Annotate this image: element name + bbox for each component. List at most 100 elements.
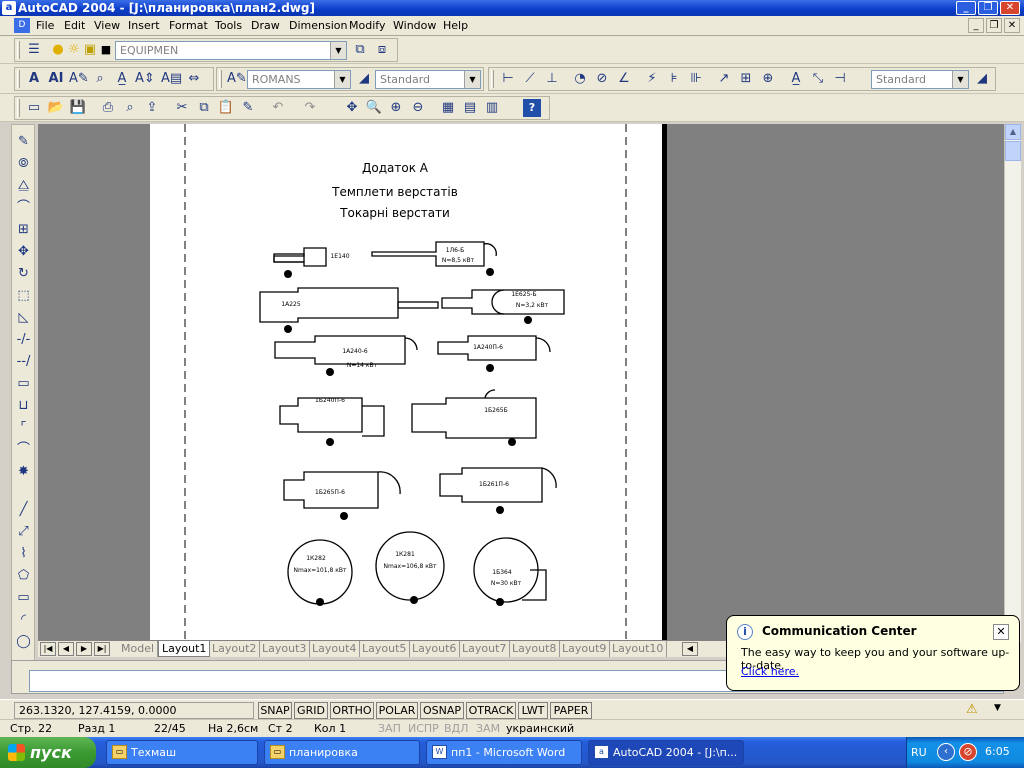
- arc-icon[interactable]: ◜: [14, 611, 33, 630]
- publish-icon[interactable]: ⇪: [143, 99, 161, 117]
- chamfer-icon[interactable]: ⌜: [14, 419, 33, 438]
- menu-help[interactable]: Help: [443, 19, 468, 32]
- maximize-button[interactable]: ❐: [978, 1, 998, 15]
- radius-dimension-icon[interactable]: ◔: [571, 70, 589, 88]
- menu-draw[interactable]: Draw: [251, 19, 280, 32]
- linear-dimension-icon[interactable]: ⊢: [499, 70, 517, 88]
- line-icon[interactable]: ╱: [14, 501, 33, 520]
- start-button[interactable]: пуск: [0, 737, 96, 768]
- tab-layout3[interactable]: Layout3: [259, 641, 311, 657]
- edit-text-icon[interactable]: A✎: [69, 70, 89, 88]
- center-mark-icon[interactable]: ⊕: [759, 70, 777, 88]
- single-line-text-icon[interactable]: AI: [47, 70, 65, 88]
- tab-layout2[interactable]: Layout2: [209, 641, 261, 657]
- explode-icon[interactable]: ✸: [14, 463, 33, 482]
- menu-format[interactable]: Format: [169, 19, 208, 32]
- fillet-icon[interactable]: ⌒: [14, 441, 33, 460]
- osnap-toggle[interactable]: OSNAP: [420, 702, 464, 719]
- break-at-point-icon[interactable]: ▭: [14, 375, 33, 394]
- task-autocad[interactable]: a AutoCAD 2004 - [J:\п...: [588, 740, 744, 765]
- tab-layout6[interactable]: Layout6: [409, 641, 461, 657]
- new-icon[interactable]: ▭: [25, 99, 43, 117]
- word-trk[interactable]: ИСПР: [408, 722, 439, 735]
- doc-close-button[interactable]: ✕: [1004, 18, 1020, 33]
- text-style-icon[interactable]: A̲: [113, 70, 131, 88]
- tab-layout5[interactable]: Layout5: [359, 641, 411, 657]
- minimize-button[interactable]: _: [956, 1, 976, 15]
- multiline-text-icon[interactable]: A: [25, 70, 43, 88]
- tab-layout10[interactable]: Layout10: [609, 641, 668, 657]
- match-properties-icon[interactable]: ✎: [239, 99, 257, 117]
- word-ext[interactable]: ВДЛ: [444, 722, 468, 735]
- construction-line-icon[interactable]: ⤢: [14, 523, 33, 542]
- dimension-style-dropdown[interactable]: Standard ▼: [375, 70, 481, 89]
- text-style-dropdown[interactable]: ROMANS ▼: [247, 70, 351, 89]
- help-icon[interactable]: ?: [523, 99, 541, 117]
- dimension-text-edit-icon[interactable]: ⤡: [809, 70, 827, 88]
- drawing-area[interactable]: Додаток А Темплети верстатів Токарні вер…: [38, 124, 1004, 640]
- plot-preview-icon[interactable]: ⌕: [121, 99, 139, 117]
- array-icon[interactable]: ⊞: [14, 221, 33, 240]
- find-replace-icon[interactable]: ⌕: [91, 70, 109, 88]
- clock[interactable]: 6:05: [985, 745, 1010, 758]
- tolerance-icon[interactable]: ⊞: [737, 70, 755, 88]
- open-icon[interactable]: 📂: [47, 99, 65, 117]
- circle-icon[interactable]: ◯: [14, 633, 33, 652]
- convert-distance-icon[interactable]: ⇔: [185, 70, 203, 88]
- menu-modify[interactable]: Modify: [349, 19, 385, 32]
- trim-icon[interactable]: -/-: [14, 331, 33, 350]
- tab-layout8[interactable]: Layout8: [509, 641, 561, 657]
- scale-icon[interactable]: ⬚: [14, 287, 33, 306]
- mirror-icon[interactable]: ⧋: [14, 177, 33, 196]
- close-button[interactable]: ✕: [1000, 1, 1020, 15]
- quick-leader-icon[interactable]: ↗: [715, 70, 733, 88]
- break-icon[interactable]: ⊔: [14, 397, 33, 416]
- previous-tab-button[interactable]: ◀: [58, 642, 74, 656]
- task-planirovka[interactable]: ▭ планировка: [264, 740, 420, 765]
- scale-text-icon[interactable]: A⇕: [135, 70, 155, 88]
- scroll-up-button[interactable]: ▲: [1005, 124, 1021, 140]
- menu-file[interactable]: File: [36, 19, 54, 32]
- offset-icon[interactable]: ⌒: [14, 199, 33, 218]
- snap-toggle[interactable]: SNAP: [258, 702, 292, 719]
- menu-dimension[interactable]: Dimension: [289, 19, 347, 32]
- plot-style-dropdown[interactable]: Standard ▼: [871, 70, 969, 89]
- paste-icon[interactable]: 📋: [217, 99, 235, 117]
- tab-layout1[interactable]: Layout1: [158, 641, 211, 657]
- last-tab-button[interactable]: ▶|: [94, 642, 110, 656]
- erase-icon[interactable]: ✎: [14, 133, 33, 152]
- rotate-icon[interactable]: ↻: [14, 265, 33, 284]
- layer-dropdown[interactable]: EQUIPMEN ▼: [115, 41, 347, 60]
- tool-palettes-icon[interactable]: ▥: [483, 99, 501, 117]
- aligned-dimension-icon[interactable]: ⟋: [521, 70, 539, 88]
- angular-dimension-icon[interactable]: ∠: [615, 70, 633, 88]
- balloon-link[interactable]: Click here.: [741, 665, 799, 678]
- doc-minimize-button[interactable]: _: [968, 18, 984, 33]
- dimension-style-manager-icon[interactable]: ◢: [355, 70, 373, 88]
- scroll-thumb[interactable]: [1005, 141, 1021, 161]
- warning-icon[interactable]: ⚠: [966, 702, 982, 718]
- rectangle-icon[interactable]: ▭: [14, 589, 33, 608]
- continue-dimension-icon[interactable]: ⊪: [687, 70, 705, 88]
- autocad-app-icon[interactable]: a: [2, 1, 16, 15]
- baseline-dimension-icon[interactable]: ⊧: [665, 70, 683, 88]
- tab-layout9[interactable]: Layout9: [559, 641, 611, 657]
- undo-icon[interactable]: ↶: [269, 99, 287, 117]
- tray-arrow-icon[interactable]: ‹: [937, 743, 955, 761]
- save-icon[interactable]: 💾: [69, 99, 87, 117]
- document-icon[interactable]: D: [14, 18, 30, 33]
- zoom-realtime-icon[interactable]: 🔍: [365, 99, 383, 117]
- dim-style-icon[interactable]: ◢: [973, 70, 991, 88]
- copy-icon[interactable]: ⧉: [195, 99, 213, 117]
- design-center-icon[interactable]: ▤: [461, 99, 479, 117]
- polar-toggle[interactable]: POLAR: [376, 702, 418, 719]
- grid-toggle[interactable]: GRID: [294, 702, 328, 719]
- first-tab-button[interactable]: |◀: [40, 642, 56, 656]
- word-ovr[interactable]: ЗАМ: [476, 722, 500, 735]
- ordinate-dimension-icon[interactable]: ⊥: [543, 70, 561, 88]
- redo-icon[interactable]: ↷: [301, 99, 319, 117]
- dimension-update-icon[interactable]: ⊣: [831, 70, 849, 88]
- menu-edit[interactable]: Edit: [64, 19, 85, 32]
- menu-window[interactable]: Window: [393, 19, 436, 32]
- layer-manager-icon[interactable]: ☰: [25, 41, 43, 59]
